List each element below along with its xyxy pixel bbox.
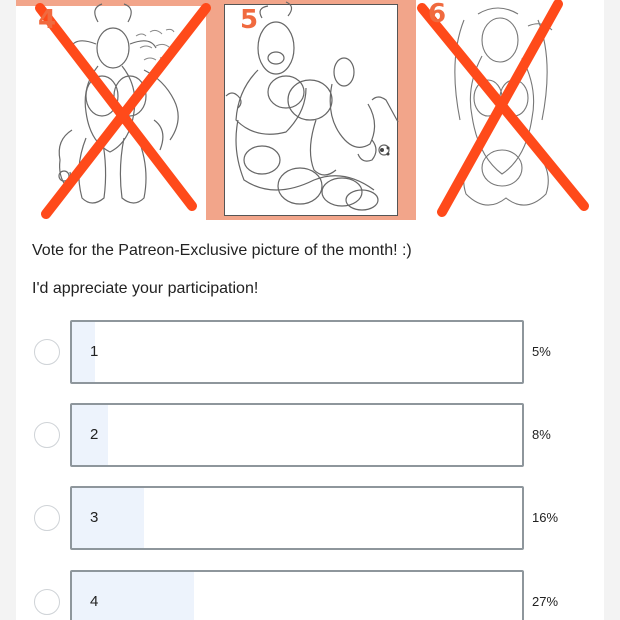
- post-description: Vote for the Patreon-Exclusive picture o…: [32, 242, 412, 259]
- post-subtext: I'd appreciate your participation!: [32, 280, 259, 297]
- poll-result-bar[interactable]: 2: [70, 403, 524, 467]
- poll-percentage: 8%: [532, 427, 551, 442]
- panel-label-3: 6: [428, 0, 446, 29]
- sketch-image-3[interactable]: 6: [408, 0, 604, 220]
- sketch-drawing-3: 6: [417, 0, 589, 217]
- radio-button[interactable]: [34, 422, 60, 448]
- sketch-image-1[interactable]: 4: [16, 0, 212, 220]
- image-strip[interactable]: 4 5 6: [16, 0, 604, 222]
- poll-option-label: 4: [90, 593, 99, 610]
- poll-percentage: 16%: [532, 510, 559, 525]
- sketch-drawing-2: 5: [225, 1, 399, 211]
- poll-percentage: 5%: [532, 344, 551, 359]
- poll-option[interactable]: 2 8%: [16, 403, 604, 469]
- poll-option-label: 2: [90, 426, 99, 443]
- radio-button[interactable]: [34, 589, 60, 615]
- sketch-drawing-1: 4: [35, 3, 211, 219]
- panel-label-2: 5: [240, 5, 258, 35]
- poll-result-bar[interactable]: 4: [70, 570, 524, 620]
- poll-option[interactable]: 3 16%: [16, 486, 604, 552]
- panel-label-1: 4: [38, 5, 56, 35]
- cross-mark-1: [35, 3, 211, 219]
- sketch-image-2[interactable]: 5: [212, 0, 408, 220]
- poll-option[interactable]: 4 27%: [16, 570, 604, 620]
- radio-button[interactable]: [34, 505, 60, 531]
- cross-mark-3: [417, 0, 589, 217]
- radio-button[interactable]: [34, 339, 60, 365]
- poll-result-bar[interactable]: 3: [70, 486, 524, 550]
- poll-option-label: 1: [90, 343, 99, 360]
- poll-option-label: 3: [90, 509, 99, 526]
- poll-option[interactable]: 1 5%: [16, 320, 604, 386]
- poll-percentage: 27%: [532, 594, 559, 609]
- poll-result-fill: [72, 488, 144, 548]
- poll-result-bar[interactable]: 1: [70, 320, 524, 384]
- post-card: 4 5 6 Vote for the Patreon-Exclusive pic…: [16, 0, 604, 620]
